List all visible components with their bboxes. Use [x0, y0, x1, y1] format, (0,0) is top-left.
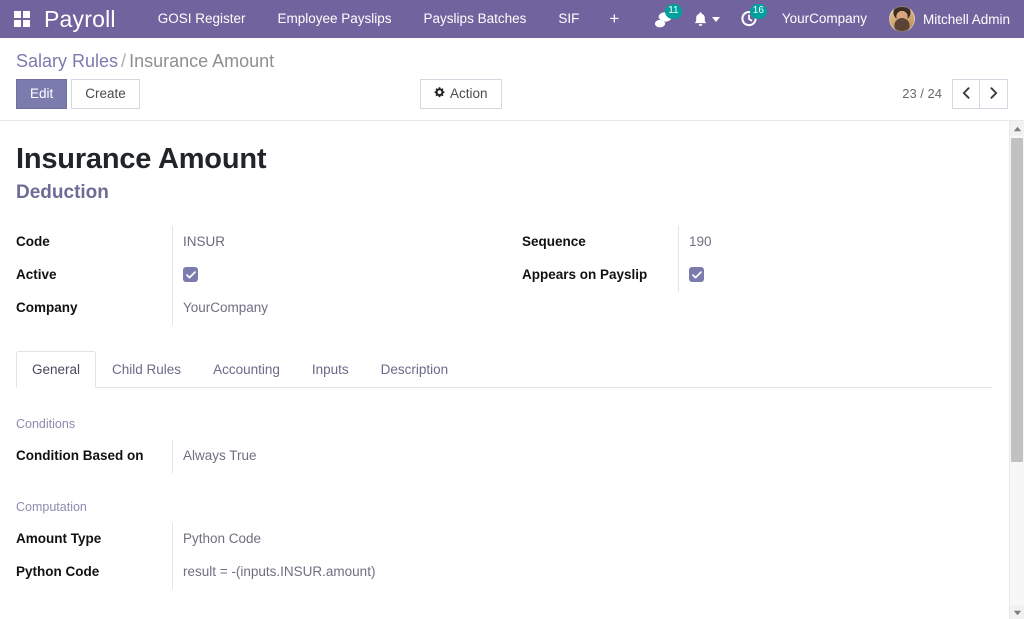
action-menu-wrapper: Action — [420, 78, 502, 109]
todo-count-badge: 16 — [749, 4, 767, 19]
group-conditions: Conditions Condition Based on Always Tru… — [16, 416, 992, 473]
field-label-code: Code — [16, 233, 50, 249]
field-row-active: Active — [16, 258, 508, 292]
breadcrumb-separator: / — [121, 51, 127, 71]
create-button[interactable]: Create — [71, 78, 140, 109]
breadcrumb-parent-salary-rules[interactable]: Salary Rules — [16, 51, 118, 71]
fields-column-left: Code INSUR Active Company YourCompany — [16, 225, 508, 325]
breadcrumb-current-record: Insurance Amount — [129, 51, 275, 71]
field-value-company[interactable]: YourCompany — [172, 291, 508, 325]
control-panel-buttons-row: Edit Create Action 23 / 24 — [16, 78, 1008, 120]
field-value-sequence[interactable]: 190 — [678, 225, 1000, 259]
control-panel: Salary Rules / Insurance Amount Edit Creat… — [0, 38, 1024, 121]
form-view-area: Insurance Amount Deduction Code INSUR Ac… — [0, 120, 1024, 619]
field-row-python-code: Python Code result = -(inputs.INSUR.amou… — [16, 555, 992, 589]
scrollbar-up-button[interactable] — [1010, 120, 1024, 138]
pager-next-button[interactable] — [980, 78, 1008, 109]
menu-sif[interactable]: SIF — [542, 0, 595, 38]
vertical-scrollbar[interactable] — [1009, 120, 1024, 619]
tab-child-rules[interactable]: Child Rules — [96, 351, 197, 388]
action-button-label: Action — [450, 85, 488, 101]
page-title: Insurance Amount — [16, 142, 267, 175]
record-subtitle: Deduction — [16, 181, 109, 203]
field-label-amount-type: Amount Type — [16, 530, 102, 546]
scrollbar-down-button[interactable] — [1010, 603, 1024, 619]
field-row-code: Code INSUR — [16, 225, 508, 259]
chevron-down-icon — [711, 16, 720, 22]
group-computation: Computation Amount Type Python Code Pyth… — [16, 499, 992, 589]
field-label-condition-based-on: Condition Based on — [16, 447, 144, 463]
chevron-left-icon — [962, 86, 970, 102]
avatar — [888, 6, 915, 32]
field-value-condition-based-on[interactable]: Always True — [172, 439, 992, 473]
field-value-amount-type[interactable]: Python Code — [172, 522, 992, 556]
messages-count-badge: 11 — [664, 4, 682, 19]
main-fields-grid: Code INSUR Active Company YourCompany Se… — [16, 225, 1000, 325]
record-buttons-group: Edit Create — [16, 78, 140, 109]
field-value-appears-on-payslip — [678, 258, 1000, 292]
appears-on-payslip-checkbox[interactable] — [689, 267, 704, 283]
breadcrumb: Salary Rules / Insurance Amount — [16, 38, 1008, 79]
field-row-condition-based-on: Condition Based on Always True — [16, 439, 992, 473]
field-label-company: Company — [16, 299, 78, 315]
tab-inputs[interactable]: Inputs — [296, 351, 365, 388]
menu-add-button[interactable]: + — [595, 0, 633, 38]
top-navbar: Payroll GOSI Register Employee Payslips … — [0, 0, 1024, 38]
field-label-active: Active — [16, 266, 57, 282]
notebook: General Child Rules Accounting Inputs De… — [16, 350, 1000, 589]
activities-menu-button[interactable] — [683, 0, 730, 38]
fields-column-right: Sequence 190 Appears on Payslip — [508, 225, 1000, 325]
caret-up-icon — [1013, 121, 1022, 138]
pager-count: 23 / 24 — [902, 86, 942, 101]
edit-button[interactable]: Edit — [16, 78, 68, 109]
tab-description[interactable]: Description — [365, 351, 465, 388]
todo-menu-button[interactable]: 16 — [730, 0, 768, 38]
app-brand-payroll[interactable]: Payroll — [44, 0, 142, 38]
menu-gosi-register[interactable]: GOSI Register — [142, 0, 262, 38]
field-row-company: Company YourCompany — [16, 291, 508, 325]
tab-accounting[interactable]: Accounting — [197, 351, 296, 388]
field-row-appears-on-payslip: Appears on Payslip — [522, 258, 1000, 292]
pager-previous-button[interactable] — [952, 78, 980, 109]
field-label-python-code: Python Code — [16, 563, 100, 579]
menu-employee-payslips[interactable]: Employee Payslips — [261, 0, 407, 38]
field-row-amount-type: Amount Type Python Code — [16, 522, 992, 556]
caret-down-icon — [1013, 603, 1022, 619]
tab-pane-general: Conditions Condition Based on Always Tru… — [16, 388, 992, 589]
group-title-computation: Computation — [16, 499, 87, 514]
scrollbar-thumb[interactable] — [1011, 137, 1023, 462]
user-menu-button[interactable]: Mitchell Admin — [881, 0, 1024, 38]
pager: 23 / 24 — [902, 78, 1008, 109]
active-checkbox[interactable] — [183, 267, 198, 283]
bell-icon — [693, 11, 708, 28]
menu-payslips-batches[interactable]: Payslips Batches — [408, 0, 543, 38]
company-switcher[interactable]: YourCompany — [768, 0, 881, 38]
action-button[interactable]: Action — [420, 78, 502, 109]
user-name-label: Mitchell Admin — [922, 11, 1010, 27]
apps-menu-button[interactable] — [0, 0, 44, 38]
field-value-code[interactable]: INSUR — [172, 225, 508, 259]
field-value-python-code[interactable]: result = -(inputs.INSUR.amount) — [172, 555, 992, 589]
field-row-sequence: Sequence 190 — [522, 225, 1000, 259]
group-title-conditions: Conditions — [16, 416, 76, 431]
apps-grid-icon — [14, 11, 30, 27]
field-label-appears-on-payslip: Appears on Payslip — [522, 266, 648, 282]
notebook-tabs: General Child Rules Accounting Inputs De… — [16, 350, 992, 388]
chevron-right-icon — [989, 86, 998, 102]
tab-general[interactable]: General — [16, 350, 97, 388]
messages-menu-button[interactable]: 11 — [643, 0, 683, 38]
field-value-active — [172, 258, 508, 292]
gear-icon — [434, 80, 445, 108]
field-label-sequence: Sequence — [522, 233, 586, 249]
record-sheet: Insurance Amount Deduction Code INSUR Ac… — [0, 121, 1024, 589]
